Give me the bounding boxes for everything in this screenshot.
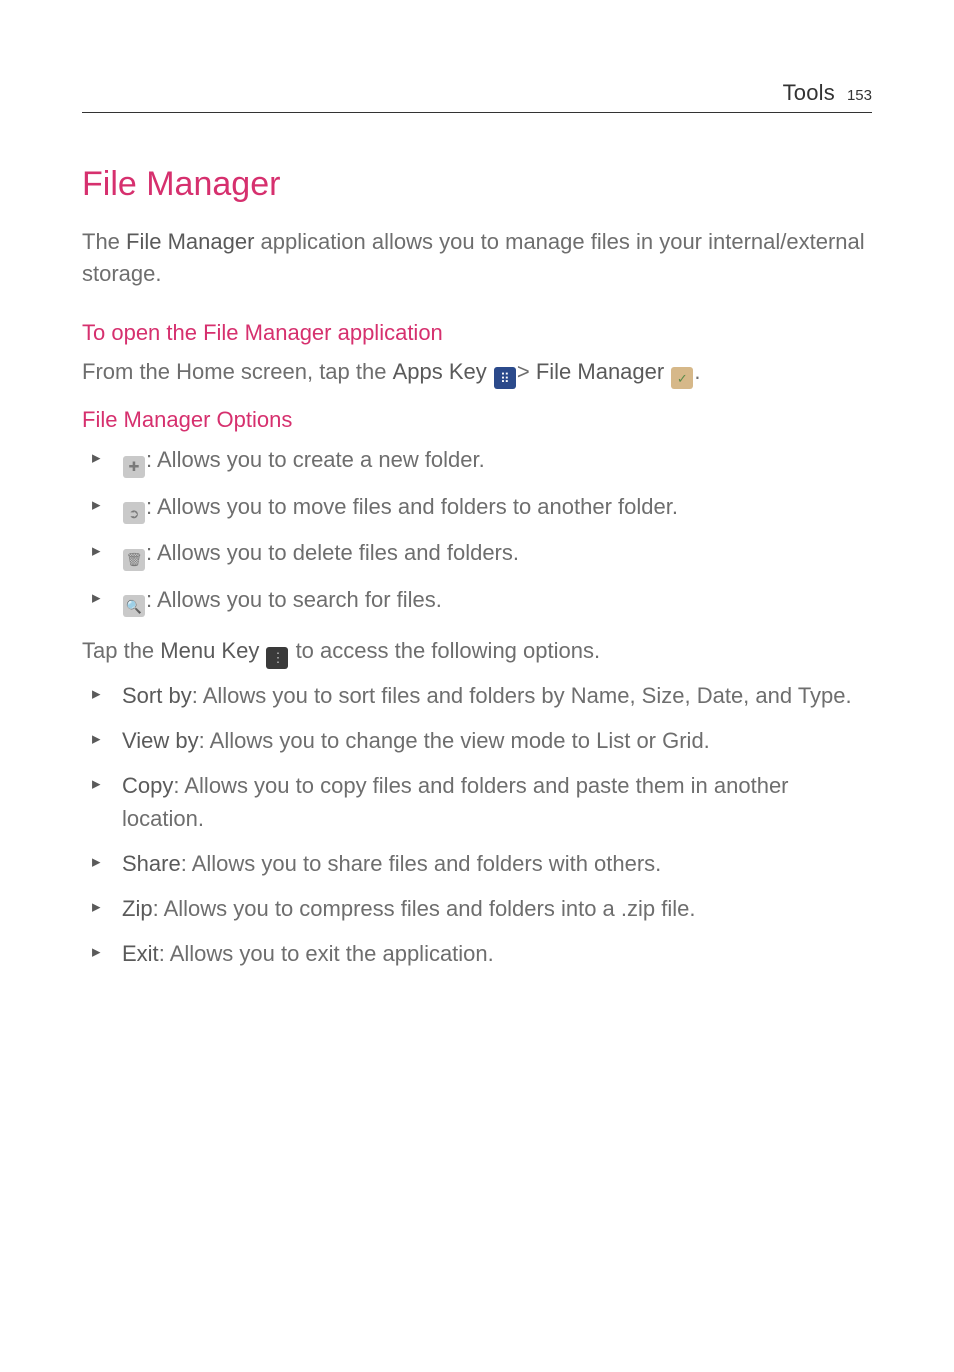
open-heading: To open the File Manager application bbox=[82, 320, 872, 346]
item-desc: : Allows you to copy files and folders a… bbox=[122, 773, 789, 831]
new-folder-icon: ✚ bbox=[123, 456, 145, 478]
menu-line: Tap the Menu Key ⋮ to access the followi… bbox=[82, 635, 872, 669]
section-name: Tools bbox=[783, 80, 835, 106]
icon-options-list: ✚: Allows you to create a new folder. ➲:… bbox=[82, 443, 872, 617]
list-item: 🗑: Allows you to delete files and folder… bbox=[116, 536, 872, 571]
item-name: View by bbox=[122, 728, 199, 753]
item-desc: : Allows you to exit the application. bbox=[159, 941, 494, 966]
item-name: Sort by bbox=[122, 683, 192, 708]
list-item: View by: Allows you to change the view m… bbox=[116, 724, 872, 757]
item-desc: : Allows you to move files and folders t… bbox=[146, 494, 678, 519]
page-container: Tools 153 File Manager The File Manager … bbox=[0, 0, 954, 970]
list-item: ➲: Allows you to move files and folders … bbox=[116, 490, 872, 525]
item-desc: : Allows you to change the view mode to … bbox=[199, 728, 710, 753]
menu-options-list: Sort by: Allows you to sort files and fo… bbox=[82, 679, 872, 970]
item-desc: : Allows you to share files and folders … bbox=[181, 851, 662, 876]
apps-key-icon: ⠿ bbox=[494, 367, 516, 389]
file-manager-icon: ✓ bbox=[671, 367, 693, 389]
item-desc: : Allows you to compress files and folde… bbox=[153, 896, 696, 921]
open-line: From the Home screen, tap the Apps Key ⠿… bbox=[82, 356, 872, 390]
item-name: Copy bbox=[122, 773, 173, 798]
intro-bold: File Manager bbox=[126, 229, 254, 254]
intro-paragraph: The File Manager application allows you … bbox=[82, 226, 872, 290]
menu-line-suffix: to access the following options. bbox=[289, 638, 600, 663]
options-heading: File Manager Options bbox=[82, 407, 872, 433]
page-title: File Manager bbox=[82, 165, 872, 204]
open-prefix: From the Home screen, tap the bbox=[82, 359, 393, 384]
list-item: 🔍: Allows you to search for files. bbox=[116, 583, 872, 618]
item-desc: : Allows you to sort files and folders b… bbox=[192, 683, 852, 708]
intro-prefix: The bbox=[82, 229, 126, 254]
open-period: . bbox=[694, 359, 700, 384]
list-item: Zip: Allows you to compress files and fo… bbox=[116, 892, 872, 925]
item-desc: : Allows you to delete files and folders… bbox=[146, 540, 519, 565]
gt-separator: > bbox=[517, 359, 536, 384]
list-item: Exit: Allows you to exit the application… bbox=[116, 937, 872, 970]
list-item: ✚: Allows you to create a new folder. bbox=[116, 443, 872, 478]
menu-line-prefix: Tap the bbox=[82, 638, 160, 663]
search-icon: 🔍 bbox=[123, 595, 145, 617]
menu-key-label: Menu Key bbox=[160, 638, 265, 663]
item-name: Exit bbox=[122, 941, 159, 966]
list-item: Copy: Allows you to copy files and folde… bbox=[116, 769, 872, 835]
item-name: Share bbox=[122, 851, 181, 876]
list-item: Share: Allows you to share files and fol… bbox=[116, 847, 872, 880]
item-desc: : Allows you to search for files. bbox=[146, 587, 442, 612]
item-desc: : Allows you to create a new folder. bbox=[146, 447, 485, 472]
move-icon: ➲ bbox=[123, 502, 145, 524]
menu-key-icon: ⋮ bbox=[266, 647, 288, 669]
item-name: Zip bbox=[122, 896, 153, 921]
apps-key-label: Apps Key bbox=[393, 359, 493, 384]
delete-icon: 🗑 bbox=[123, 549, 145, 571]
file-manager-label: File Manager bbox=[536, 359, 671, 384]
list-item: Sort by: Allows you to sort files and fo… bbox=[116, 679, 872, 712]
page-header: Tools 153 bbox=[82, 80, 872, 113]
page-number: 153 bbox=[847, 87, 872, 104]
